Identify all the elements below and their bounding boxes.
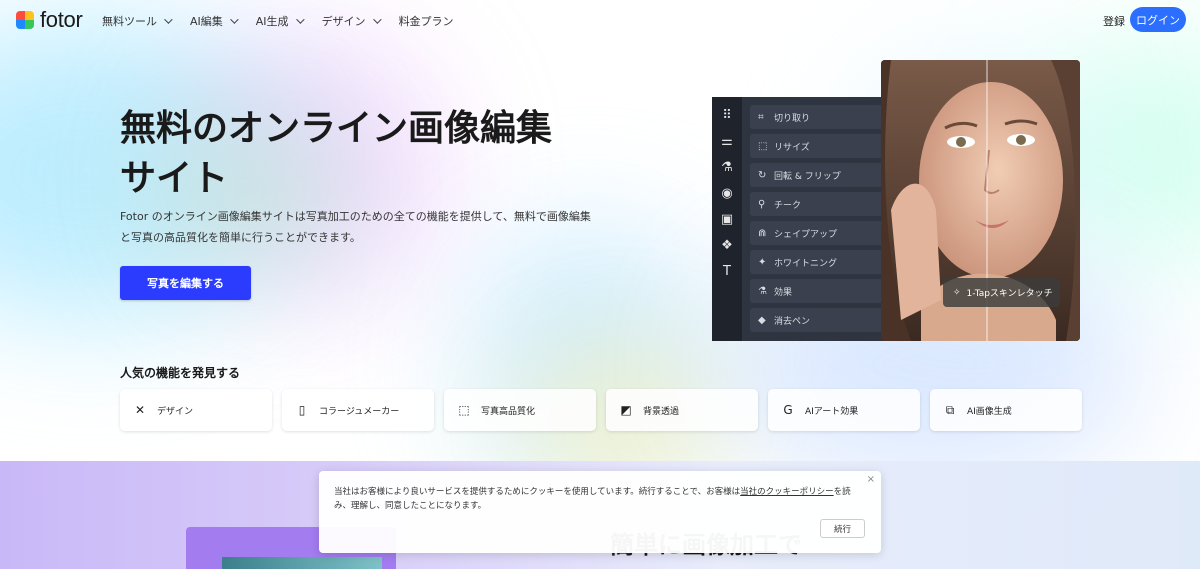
feature-list: ✕ デザイン ▯ コラージュメーカー ⬚ 写真高品質化 ◩ 背景透過 G AIア… bbox=[120, 389, 1082, 431]
nav-item-ai-generate[interactable]: AI生成 bbox=[255, 13, 305, 29]
chevron-down-icon bbox=[164, 15, 173, 24]
resize-icon: ⬚ bbox=[758, 140, 768, 152]
fotor-logo[interactable]: fotor bbox=[16, 7, 83, 32]
crop-icon: ⌗ bbox=[758, 111, 764, 123]
text-icon: T bbox=[723, 264, 731, 279]
grid-icon: ⠿ bbox=[722, 108, 732, 123]
editor-preview: ⠿ ⚌ ⚗ ◉ ▣ ❖ T ⌗ 切り取り ⬚ リサイズ ↻ 回転 & フリップ ⚲ チー… bbox=[712, 97, 892, 341]
feature-label: AI画像生成 bbox=[967, 406, 1012, 417]
blush-icon: ⚲ bbox=[758, 198, 766, 210]
feature-design[interactable]: ✕ デザイン bbox=[120, 389, 272, 431]
feature-collage-maker[interactable]: ▯ コラージュメーカー bbox=[282, 389, 434, 431]
shapes-icon: ❖ bbox=[721, 238, 733, 253]
tool-effect: ⚗ 効果 bbox=[750, 279, 892, 303]
tool-label: ホワイトニング bbox=[774, 258, 838, 269]
nav-item-design[interactable]: デザイン bbox=[321, 13, 382, 29]
one-tap-skin-retouch-badge[interactable]: ✧ 1-Tapスキンレタッチ bbox=[943, 278, 1060, 307]
background-remove-icon: ◩ bbox=[620, 403, 632, 417]
tool-crop: ⌗ 切り取り bbox=[750, 105, 892, 129]
cookie-policy-link[interactable]: 当社のクッキーポリシー bbox=[740, 487, 834, 497]
rotate-icon: ↻ bbox=[758, 169, 767, 181]
logo-text: fotor bbox=[40, 7, 83, 32]
flask-icon: ⚗ bbox=[721, 160, 733, 175]
cookie-text-before: 当社はお客様により良いサービスを提供するためにクッキーを使用しています。続行する… bbox=[334, 487, 741, 497]
nav-item-label: デザイン bbox=[321, 15, 366, 28]
tool-eraser: ◆ 消去ペン bbox=[750, 308, 892, 332]
ai-art-icon: G bbox=[783, 403, 793, 417]
cookie-continue-button[interactable]: 続行 bbox=[820, 519, 865, 538]
nav-item-free-tools[interactable]: 無料ツール bbox=[102, 13, 173, 29]
hero-title: 無料のオンライン画像編集 サイト bbox=[120, 104, 620, 204]
cookie-banner: × 当社はお客様により良いサービスを提供するためにクッキーを使用しています。続行… bbox=[319, 471, 881, 553]
hero-description: Fotor のオンライン画像編集サイトは写真加工のための全ての機能を提供して、無… bbox=[120, 210, 591, 244]
effect-icon: ⚗ bbox=[758, 285, 767, 297]
tool-label: 消去ペン bbox=[774, 316, 811, 327]
tool-shape-up: ⋒ シェイプアップ bbox=[750, 221, 892, 245]
feature-label: 背景透過 bbox=[643, 406, 680, 417]
cookie-message: 当社はお客様により良いサービスを提供するためにクッキーを使用しています。続行する… bbox=[334, 485, 864, 513]
tool-label: 切り取り bbox=[774, 113, 811, 124]
eraser-icon: ◆ bbox=[758, 314, 766, 326]
badge-label: 1-Tapスキンレタッチ bbox=[966, 289, 1053, 299]
nav-item-label: AI編集 bbox=[190, 15, 223, 28]
edit-photo-button[interactable]: 写真を編集する bbox=[120, 266, 251, 300]
shape-up-icon: ⋒ bbox=[758, 227, 767, 239]
section-preview-image bbox=[222, 557, 382, 569]
sliders-icon: ⚌ bbox=[721, 134, 733, 149]
nav-item-ai-edit[interactable]: AI編集 bbox=[190, 13, 239, 29]
feature-label: AIアート効果 bbox=[805, 406, 859, 417]
magic-wand-icon: ✧ bbox=[953, 287, 961, 298]
hero-title-line1: 無料のオンライン画像編集 bbox=[120, 108, 553, 149]
nav-item-pricing[interactable]: 料金プラン bbox=[399, 13, 454, 29]
login-button[interactable]: ログイン bbox=[1130, 7, 1186, 32]
tool-blush: ⚲ チーク bbox=[750, 192, 892, 216]
logo-mark-icon bbox=[16, 11, 34, 29]
nav-item-label: AI生成 bbox=[255, 15, 289, 28]
top-navigation: fotor 無料ツール AI編集 AI生成 デザイン 料金プラン 登録 ログイン bbox=[0, 0, 1200, 40]
tool-resize: ⬚ リサイズ bbox=[750, 134, 892, 158]
feature-photo-enhance[interactable]: ⬚ 写真高品質化 bbox=[444, 389, 596, 431]
tool-label: 回転 & フリップ bbox=[774, 171, 841, 182]
hero-title-line2: サイト bbox=[120, 158, 229, 199]
feature-label: 写真高品質化 bbox=[481, 406, 536, 417]
feature-label: デザイン bbox=[157, 406, 194, 417]
tool-label: シェイプアップ bbox=[774, 229, 838, 240]
chevron-down-icon bbox=[229, 15, 239, 24]
frame-icon: ▣ bbox=[720, 212, 734, 227]
register-link[interactable]: 登録 bbox=[1103, 13, 1125, 29]
editor-tool-rail: ⠿ ⚌ ⚗ ◉ ▣ ❖ T bbox=[712, 97, 742, 341]
whitening-icon: ✦ bbox=[758, 256, 767, 268]
chevron-down-icon bbox=[372, 15, 382, 24]
tool-label: 効果 bbox=[774, 287, 793, 298]
editor-tool-list: ⌗ 切り取り ⬚ リサイズ ↻ 回転 & フリップ ⚲ チーク ⋒ シェイプアップ ✦ ホワ… bbox=[742, 97, 892, 341]
design-icon: ✕ bbox=[134, 403, 146, 417]
feature-background-remove[interactable]: ◩ 背景透過 bbox=[606, 389, 758, 431]
tool-label: チーク bbox=[774, 200, 802, 211]
close-icon[interactable]: × bbox=[867, 474, 875, 485]
tool-label: リサイズ bbox=[774, 142, 810, 153]
eye-icon: ◉ bbox=[721, 186, 733, 201]
main-menu: 無料ツール AI編集 AI生成 デザイン 料金プラン bbox=[102, 13, 454, 29]
feature-label: コラージュメーカー bbox=[319, 406, 400, 417]
feature-ai-art[interactable]: G AIアート効果 bbox=[768, 389, 920, 431]
collage-icon: ▯ bbox=[298, 403, 306, 417]
features-title: 人気の機能を発見する bbox=[120, 366, 241, 380]
nav-item-label: 料金プラン bbox=[398, 15, 454, 28]
tool-rotate: ↻ 回転 & フリップ bbox=[750, 163, 892, 187]
tool-whitening: ✦ ホワイトニング bbox=[750, 250, 892, 274]
feature-ai-image-generate[interactable]: ⧉ AI画像生成 bbox=[930, 389, 1082, 431]
enhance-icon: ⬚ bbox=[458, 403, 470, 417]
nav-item-label: 無料ツール bbox=[102, 15, 157, 28]
chevron-down-icon bbox=[295, 15, 305, 24]
ai-image-icon: ⧉ bbox=[945, 403, 955, 417]
